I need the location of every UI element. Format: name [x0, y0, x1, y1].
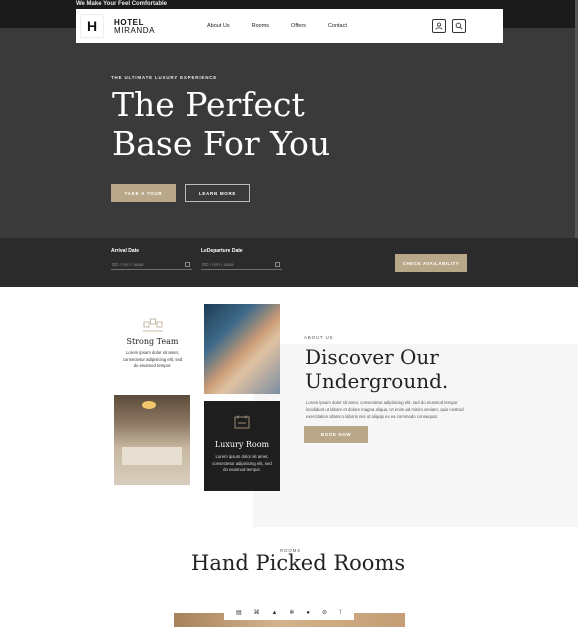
departure-date-input[interactable]: DD / mm / aaaa: [201, 261, 282, 270]
hero-title-line2: Base For You: [112, 124, 331, 163]
team-title: Strong Team: [126, 337, 179, 346]
book-now-button[interactable]: BOOK NOW: [304, 426, 368, 443]
teamwork-photo: [204, 304, 280, 394]
chandelier-light: [142, 401, 156, 409]
car-icon: ▲: [271, 610, 278, 616]
take-a-tour-button[interactable]: TAKE A TOUR: [111, 184, 176, 202]
logo-mark[interactable]: H: [80, 14, 104, 38]
cocktail-icon: ⊺: [338, 610, 343, 616]
logo-line2: MIRANDA: [114, 26, 156, 35]
user-icon[interactable]: [432, 19, 446, 33]
nav-link-rooms[interactable]: Rooms: [252, 23, 269, 29]
sofa-shape: [122, 447, 182, 465]
departure-date-label: LeDeparture Date: [201, 248, 243, 254]
bed-icon: ▤: [235, 610, 242, 616]
about-title: Discover Our Underground.: [305, 345, 545, 393]
arrival-date-input[interactable]: DD / mm / aaaa: [111, 261, 192, 270]
snowflake-icon: ❄: [289, 610, 295, 616]
no-smoking-icon: ⊘: [321, 610, 327, 616]
top-bar-text: We Make Your Feel Comfortable: [76, 1, 168, 7]
team-desc: Lorem ipsum dolor sit amet, consectetur …: [122, 350, 183, 368]
departure-date-placeholder: DD / mm / aaaa: [202, 262, 234, 267]
about-description: Lorem ipsum dolor sit amet, consectetur …: [306, 400, 464, 419]
room-key-icon: [234, 415, 250, 429]
gym-icon: ●: [306, 610, 310, 616]
about-title-line1: Discover Our: [305, 345, 439, 369]
search-icon[interactable]: [452, 19, 466, 33]
logo-wordmark[interactable]: HOTEL MIRANDA: [114, 19, 155, 35]
hero-title-line1: The Perfect: [112, 85, 305, 124]
arrival-date-label: Arrival Date: [111, 248, 140, 254]
main-navigation: H HOTEL MIRANDA About Us Rooms Offers Co…: [76, 9, 503, 43]
about-eyebrow: ABOUT US: [304, 335, 334, 340]
hero-title: The Perfect Base For You: [112, 85, 412, 163]
feature-card-luxury: Luxury Room Lorem ipsum dolor sit amet, …: [204, 401, 280, 491]
rooms-title: Hand Picked Rooms: [191, 551, 406, 575]
nav-link-about-us[interactable]: About Us: [207, 23, 230, 29]
team-icon: [142, 316, 164, 334]
nav-link-offers[interactable]: Offers: [291, 23, 306, 29]
hero-eyebrow: THE ULTIMATE LUXURY EXPERIENCE: [111, 75, 218, 80]
nav-link-contact[interactable]: Contact: [328, 23, 347, 29]
calendar-icon: [275, 262, 280, 267]
feature-card-team: Strong Team Lorem ipsum dolor sit amet, …: [114, 304, 191, 387]
calendar-icon: [185, 262, 190, 267]
nav-links: About Us Rooms Offers Contact: [207, 23, 347, 29]
luxury-desc: Lorem ipsum dolor sit amet, consectetur …: [212, 454, 272, 472]
wifi-icon: ⌘: [253, 610, 260, 616]
booking-bar: Arrival Date DD / mm / aaaa LeDeparture …: [0, 238, 578, 287]
logo-letter: H: [86, 18, 98, 34]
room-amenities-bar: ▤ ⌘ ▲ ❄ ● ⊘ ⊺: [224, 606, 354, 620]
check-availability-button[interactable]: CHECK AVAILABILITY: [395, 254, 467, 272]
arrival-date-placeholder: DD / mm / aaaa: [112, 262, 144, 267]
room-interior-photo: [114, 395, 190, 485]
about-title-line2: Underground.: [305, 369, 449, 393]
learn-more-button[interactable]: LEARN MORE: [185, 184, 250, 202]
hero-section: THE ULTIMATE LUXURY EXPERIENCE The Perfe…: [0, 28, 578, 238]
luxury-title: Luxury Room: [214, 440, 270, 449]
